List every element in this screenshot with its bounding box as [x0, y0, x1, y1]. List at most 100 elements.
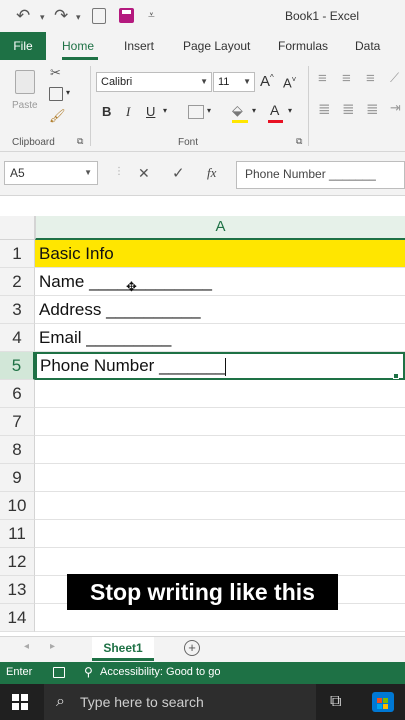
fill-handle[interactable] [393, 373, 399, 379]
print-preview-icon[interactable] [92, 8, 106, 24]
font-launcher-icon[interactable]: ⧉ [296, 136, 302, 147]
align-center-icon[interactable]: ≣ [342, 100, 355, 118]
status-bar: Enter ⚲ Accessibility: Good to go [0, 662, 405, 684]
undo-icon[interactable]: ↶ [16, 6, 30, 26]
font-size-dropdown[interactable]: 11 ▼ [213, 72, 255, 92]
scroll-left-icon[interactable]: ◂ [24, 641, 29, 652]
active-cell-a5[interactable]: Phone Number _______ [35, 352, 405, 380]
font-color-icon[interactable]: A [270, 102, 279, 118]
select-all-corner[interactable] [0, 216, 35, 240]
tab-page-layout[interactable]: Page Layout [183, 39, 250, 53]
cut-icon[interactable]: ✂ [50, 65, 61, 81]
ribbon-tabs: File Home Insert Page Layout Formulas Da… [0, 32, 405, 60]
row-header[interactable]: 7 [0, 408, 35, 436]
video-caption: Stop writing like this [67, 574, 338, 610]
format-painter-icon[interactable]: 🖌 [49, 108, 66, 124]
cell-a1[interactable]: Basic Info [35, 240, 405, 268]
row-header[interactable]: 2 [0, 268, 35, 296]
fill-color-icon[interactable]: ⬙ [232, 102, 243, 119]
align-right-icon[interactable]: ≣ [366, 100, 379, 118]
window-title: Book1 - Excel [285, 9, 360, 23]
add-sheet-icon[interactable]: + [184, 640, 200, 656]
font-size-value: 11 [218, 76, 230, 88]
row-header[interactable]: 12 [0, 548, 35, 576]
row-header[interactable]: 11 [0, 520, 35, 548]
cell-a11[interactable] [35, 520, 405, 548]
cell-a5-text: Phone Number _______ [40, 356, 226, 375]
tab-home[interactable]: Home [62, 39, 94, 53]
customize-icon[interactable]: ⩡ [148, 8, 155, 23]
indent-icon[interactable]: ⇥ [390, 100, 401, 116]
tab-formulas[interactable]: Formulas [278, 39, 328, 53]
row-header[interactable]: 6 [0, 380, 35, 408]
table-row: 3 Address __________ [0, 296, 405, 324]
text-caret [225, 357, 227, 376]
italic-button[interactable]: I [126, 104, 130, 120]
cell-a9[interactable] [35, 464, 405, 492]
row-header[interactable]: 1 [0, 240, 35, 268]
status-mode: Enter [6, 666, 33, 678]
enter-icon[interactable]: ✓ [172, 164, 185, 182]
cell-a10[interactable] [35, 492, 405, 520]
tab-file[interactable]: File [0, 32, 46, 60]
borders-icon[interactable] [188, 105, 204, 119]
cell-a7[interactable] [35, 408, 405, 436]
bold-button[interactable]: B [102, 104, 111, 119]
top-align-icon[interactable]: ≡ [318, 70, 327, 87]
name-box[interactable]: A5 ▼ [4, 161, 98, 185]
font-color-dropdown-icon[interactable]: ▾ [288, 106, 292, 115]
sheet-tab-sheet1[interactable]: Sheet1 [92, 637, 154, 661]
middle-align-icon[interactable]: ≡ [342, 70, 351, 87]
undo-dropdown-icon[interactable]: ▾ [40, 12, 45, 23]
accessibility-icon[interactable]: ⚲ [84, 665, 93, 679]
underline-button[interactable]: U [146, 104, 155, 119]
copy-dropdown-icon[interactable]: ▾ [66, 88, 70, 97]
paste-label: Paste [12, 100, 38, 111]
row-header[interactable]: 14 [0, 604, 35, 632]
copy-icon[interactable] [49, 87, 63, 101]
cell-a3[interactable]: Address __________ [35, 296, 405, 324]
table-row: 9 [0, 464, 405, 492]
accessibility-status[interactable]: Accessibility: Good to go [100, 666, 220, 678]
row-header[interactable]: 13 [0, 576, 35, 604]
insert-function-icon[interactable]: fx [207, 165, 216, 181]
row-header[interactable]: 3 [0, 296, 35, 324]
redo-dropdown-icon[interactable]: ▾ [76, 12, 81, 23]
row-header[interactable]: 4 [0, 324, 35, 352]
cell-a2[interactable]: Name _____________ [35, 268, 405, 296]
macro-record-icon[interactable] [53, 667, 65, 678]
chevron-down-icon: ▼ [200, 77, 208, 86]
splitter-handle-icon[interactable]: ⋮ [114, 166, 124, 177]
clipboard-launcher-icon[interactable]: ⧉ [77, 136, 83, 147]
bottom-align-icon[interactable]: ≡ [366, 70, 375, 87]
tab-data[interactable]: Data [355, 39, 380, 53]
row-header[interactable]: 10 [0, 492, 35, 520]
borders-dropdown-icon[interactable]: ▾ [207, 106, 211, 115]
row-header[interactable]: 5 [0, 352, 35, 380]
underline-dropdown-icon[interactable]: ▾ [163, 106, 167, 115]
scroll-right-icon[interactable]: ▸ [50, 641, 55, 652]
font-name-dropdown[interactable]: Calibri ▼ [96, 72, 212, 92]
increase-font-size-button[interactable]: A^ [260, 73, 274, 90]
tab-insert[interactable]: Insert [124, 39, 154, 53]
row-header[interactable]: 8 [0, 436, 35, 464]
store-icon[interactable] [372, 692, 394, 712]
decrease-font-size-button[interactable]: A˅ [283, 75, 296, 90]
taskbar-search-input[interactable]: ⌕ Type here to search [44, 684, 316, 720]
cell-a6[interactable] [35, 380, 405, 408]
save-icon[interactable] [119, 8, 134, 23]
paste-button[interactable] [12, 68, 38, 98]
fill-color-dropdown-icon[interactable]: ▾ [252, 106, 256, 115]
redo-icon[interactable]: ↷ [54, 6, 68, 26]
cell-a4[interactable]: Email _________ [35, 324, 405, 352]
cell-a8[interactable] [35, 436, 405, 464]
formula-input[interactable]: Phone Number _______ [236, 161, 405, 189]
align-left-icon[interactable]: ≣ [318, 100, 331, 118]
cancel-icon[interactable]: ✕ [138, 165, 150, 182]
row-header[interactable]: 9 [0, 464, 35, 492]
task-view-icon[interactable]: ⧉ [330, 693, 341, 711]
cell-a12[interactable] [35, 548, 405, 576]
windows-start-icon[interactable] [12, 694, 28, 710]
orientation-icon[interactable]: ⟋ [390, 70, 399, 86]
column-header-a[interactable]: A [35, 216, 405, 240]
